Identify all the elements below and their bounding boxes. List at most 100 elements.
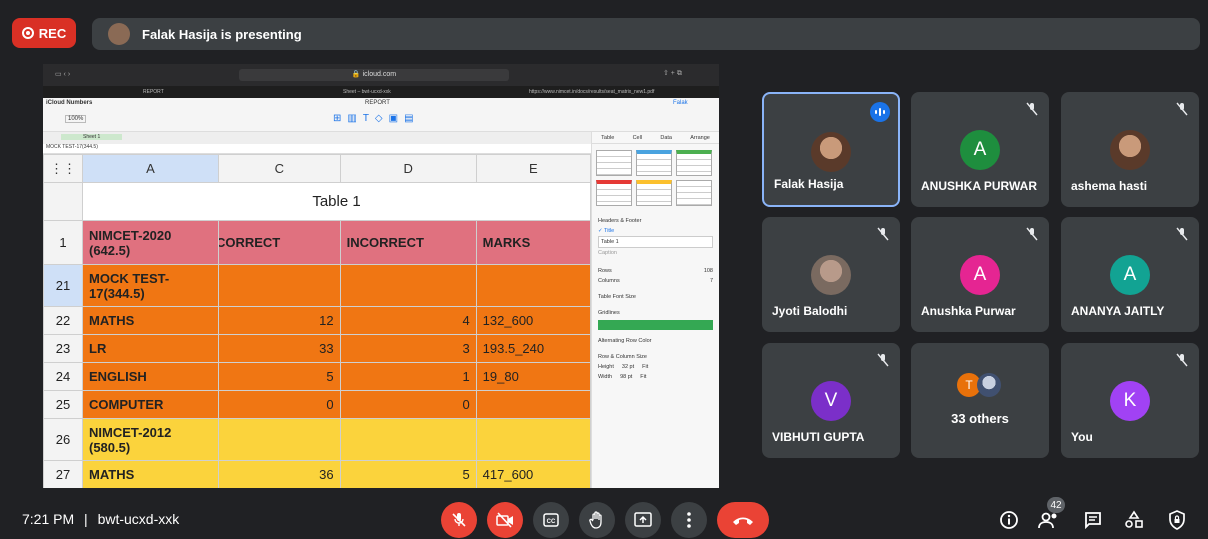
cell-d[interactable]: 4 [339,306,477,335]
cell-a[interactable]: COMPUTER [82,390,219,419]
cell-e[interactable]: 132_600 [475,306,592,335]
row-number[interactable]: 25 [43,390,83,419]
corner-cell[interactable]: ⋮⋮ [43,154,83,183]
mic-off-icon [877,227,889,241]
chat-button[interactable] [1080,507,1106,533]
cell-a[interactable]: MATHS [82,306,219,335]
camera-toggle-button[interactable] [487,502,523,538]
cell-e[interactable] [475,418,592,461]
row-number[interactable]: 23 [43,334,83,363]
column-header-a[interactable]: A [82,154,219,183]
others-tile[interactable]: T 33 others [911,343,1049,458]
cell-c[interactable]: 12 [217,306,341,335]
tab-sheet[interactable]: Sheet – bwt-ucxd-xxk [343,89,391,95]
cell-d[interactable] [339,418,477,461]
table-style[interactable] [676,150,712,176]
row-number[interactable]: 21 [43,264,83,307]
participant-tile[interactable]: A Anushka Purwar [911,217,1049,332]
cell-d1[interactable]: INCORRECT [339,220,477,265]
tab-pdf[interactable]: https://www.nimcet.in/docs/results/seat_… [529,89,709,95]
insert-tools-icons[interactable]: ⊞▥T◇▣▤ [333,113,420,124]
cell-d[interactable]: 5 [339,460,477,488]
cell-c[interactable] [217,418,341,461]
cell-e[interactable]: 19_80 [475,362,592,391]
tab-arrange[interactable]: Arrange [690,135,710,141]
cell-e[interactable]: 193.5_240 [475,334,592,363]
recording-badge[interactable]: REC [12,18,76,48]
activities-button[interactable] [1121,507,1147,533]
cell-c[interactable] [217,264,341,307]
more-options-button[interactable] [671,502,707,538]
gridlines-buttons[interactable] [598,320,713,330]
user-menu[interactable]: Falak [673,100,688,106]
cell-d[interactable] [339,264,477,307]
column-header-d[interactable]: D [339,154,477,183]
participant-name: You [1071,430,1093,444]
cell-a[interactable]: ENGLISH [82,362,219,391]
cell-c[interactable]: 36 [217,460,341,488]
cell-e[interactable]: 417_600 [475,460,592,488]
sheet-tab[interactable]: Sheet 1 [61,134,123,140]
width-field[interactable]: 98 pt [620,372,632,382]
width-fit-button[interactable]: Fit [640,372,646,382]
participant-tile[interactable]: K You [1061,343,1199,458]
alternating-rows-checkbox[interactable]: Alternating Row Color [598,336,713,346]
tab-data[interactable]: Data [660,135,672,141]
table-title[interactable]: Table 1 [82,182,591,221]
participant-tile[interactable]: ashema hasti [1061,92,1199,207]
columns-stepper[interactable]: 7 [710,276,713,286]
column-header-e[interactable]: E [475,154,592,183]
height-fit-button[interactable]: Fit [642,362,648,372]
captions-button[interactable]: CC [533,502,569,538]
host-controls-button[interactable] [1164,507,1190,533]
cell-d[interactable]: 3 [339,334,477,363]
rows-stepper[interactable]: 108 [704,266,713,276]
meeting-details-button[interactable] [996,507,1022,533]
tab-cell[interactable]: Cell [633,135,642,141]
row-number[interactable]: 24 [43,362,83,391]
cell-c1[interactable]: CORRECT [217,220,341,265]
column-header-c[interactable]: C [217,154,341,183]
table-style[interactable] [636,180,672,206]
zoom-select[interactable]: 100% [65,115,87,123]
table-style[interactable] [676,180,712,206]
leave-call-button[interactable] [717,502,769,538]
row-number[interactable]: 1 [43,220,83,265]
present-button[interactable] [625,502,661,538]
table-style[interactable] [596,150,632,176]
raise-hand-button[interactable] [579,502,615,538]
title-field[interactable]: Table 1 [598,236,713,248]
cell-d[interactable]: 0 [339,390,477,419]
tab-table[interactable]: Table [601,135,614,141]
title-checkbox[interactable]: ✓ Title [598,226,713,236]
row-number[interactable]: 26 [43,418,83,461]
cell-e[interactable] [475,264,592,307]
row-number[interactable]: 27 [43,460,83,488]
cell-a[interactable]: MOCK TEST-17(344.5) [82,264,219,307]
cell-c[interactable]: 5 [217,362,341,391]
table-style[interactable] [596,180,632,206]
cell-a[interactable]: LR [82,334,219,363]
address-bar[interactable]: 🔒 icloud.com [239,69,509,81]
cell-a[interactable]: NIMCET-2012 (580.5) [82,418,219,461]
cell-e1[interactable]: MARKS [475,220,592,265]
others-count: 33 others [951,411,1009,426]
cell-a1[interactable]: NIMCET-2020 (642.5) [82,220,219,265]
cell-d[interactable]: 1 [339,362,477,391]
table-style[interactable] [636,150,672,176]
participant-tile[interactable]: A ANUSHKA PURWAR [911,92,1049,207]
participant-tile[interactable]: Jyoti Balodhi [762,217,900,332]
row-number[interactable]: 22 [43,306,83,335]
caption-checkbox[interactable]: Caption [598,248,713,258]
participant-tile[interactable]: Falak Hasija [762,92,900,207]
mic-toggle-button[interactable] [441,502,477,538]
table-row: 23 LR 33 3 193.5_240 [43,334,592,363]
cell-c[interactable]: 33 [217,334,341,363]
participant-tile[interactable]: A ANANYA JAITLY [1061,217,1199,332]
participant-tile[interactable]: V VIBHUTI GUPTA [762,343,900,458]
tab-report[interactable]: REPORT [143,89,164,95]
cell-e[interactable] [475,390,592,419]
height-field[interactable]: 32 pt [622,362,634,372]
cell-c[interactable]: 0 [217,390,341,419]
cell-a[interactable]: MATHS [82,460,219,488]
